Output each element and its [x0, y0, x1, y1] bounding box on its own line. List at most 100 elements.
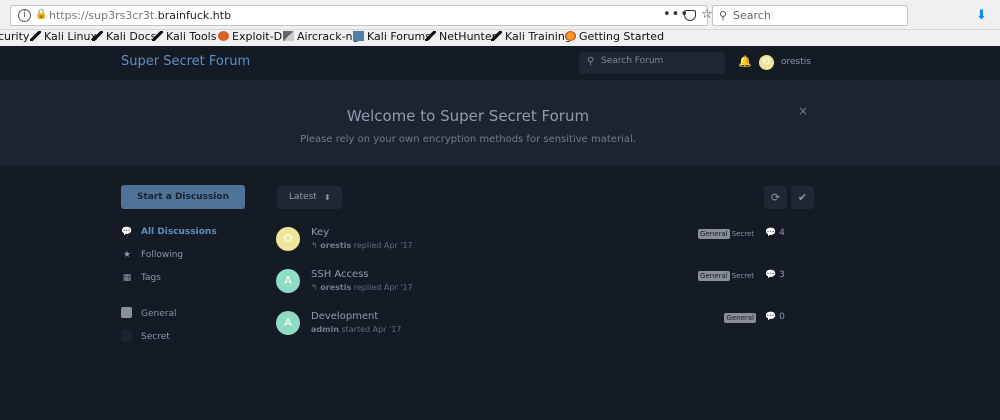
bookmark-label: Exploit-DB	[232, 30, 290, 43]
sort-select[interactable]: Latest ⬍	[277, 186, 342, 209]
bell-icon[interactable]: 🔔	[738, 55, 752, 68]
bookmarks-bar: curity Kali Linux Kali Docs Kali Tools E…	[0, 30, 1000, 46]
kali-icon	[92, 31, 103, 41]
discussion-user[interactable]: orestis	[320, 241, 351, 250]
refresh-icon: ⟳	[770, 191, 781, 204]
discussion-tags: General	[724, 313, 756, 323]
bookmark-label: Aircrack-ng	[297, 30, 360, 43]
discussion-meta: ↰ orestis replied Apr '17	[311, 283, 413, 292]
star-icon: ★	[122, 250, 132, 260]
reply-count-value: 4	[779, 228, 785, 238]
discussion-user[interactable]: orestis	[320, 283, 351, 292]
discussion-title[interactable]: SSH Access	[311, 269, 369, 280]
tag-badge-general[interactable]: General	[698, 229, 730, 239]
url-text[interactable]: https://sup3rs3cr3t.brainfuck.htb	[49, 9, 231, 22]
hero-title: Welcome to Super Secret Forum	[346, 107, 590, 125]
reply-count: 💬 3	[765, 270, 785, 280]
kali-icon	[152, 31, 163, 41]
kali-icon	[30, 31, 41, 41]
bookmark-getting-started[interactable]: Getting Started	[565, 30, 664, 44]
search-icon: ⚲	[719, 9, 728, 22]
start-discussion-button[interactable]: Start a Discussion	[121, 185, 245, 209]
tag-label: Secret	[141, 332, 170, 342]
info-icon[interactable]: i	[18, 9, 31, 22]
bookmark-exploit-db[interactable]: Exploit-DB	[218, 30, 290, 44]
discussion-title[interactable]: Development	[311, 311, 378, 322]
browser-search-input[interactable]: ⚲ Search	[712, 5, 908, 26]
avatar[interactable]: A	[276, 311, 300, 335]
tag-badge-general[interactable]: General	[724, 313, 756, 323]
forum-title[interactable]: Super Secret Forum	[121, 54, 250, 69]
bookmark-kali-forums[interactable]: Kali Forums	[353, 30, 431, 44]
bookmark-security[interactable]: curity	[0, 30, 29, 44]
bookmark-label: Kali Docs	[106, 30, 157, 43]
discussion-time: replied Apr '17	[353, 241, 413, 250]
bookmark-kali-tools[interactable]: Kali Tools	[152, 30, 216, 44]
bookmark-kali-training[interactable]: Kali Training	[491, 30, 572, 44]
caret-icon: ⬍	[324, 193, 331, 202]
tag-badge-secret[interactable]: Secret	[730, 229, 756, 239]
bookmark-nethunter[interactable]: NetHunter	[425, 30, 496, 44]
discussion-item[interactable]: A SSH Access ↰ orestis replied Apr '17 G…	[276, 269, 816, 305]
tag-label: General	[141, 309, 177, 319]
url-bar[interactable]: i 🔒 https://sup3rs3cr3t.brainfuck.htb ••…	[10, 5, 713, 26]
reply-count-value: 3	[779, 270, 785, 280]
discussion-item[interactable]: O Key ↰ orestis replied Apr '17 General S…	[276, 227, 816, 263]
aircrack-icon	[283, 31, 294, 41]
lock-icon[interactable]: 🔒	[35, 9, 47, 20]
kali-forums-icon	[353, 31, 364, 41]
hero-subtitle: Please rely on your own encryption metho…	[300, 134, 636, 145]
bookmark-kali-linux[interactable]: Kali Linux	[30, 30, 97, 44]
tag-color-swatch	[121, 330, 132, 341]
avatar[interactable]: O	[276, 227, 300, 251]
url-host: brainfuck.htb	[157, 9, 232, 22]
welcome-hero: Welcome to Super Secret Forum Please rel…	[0, 80, 1000, 166]
forum-search-input[interactable]: ⚲ Search Forum	[579, 52, 725, 74]
refresh-button[interactable]: ⟳	[764, 186, 787, 209]
firefox-icon	[565, 31, 576, 41]
tag-general[interactable]: General	[121, 307, 176, 319]
comment-icon: 💬	[765, 228, 777, 238]
avatar[interactable]: A	[276, 269, 300, 293]
exploit-db-icon	[218, 31, 229, 41]
grid-icon: ▦	[122, 273, 132, 283]
nav-tags[interactable]: ▦ Tags	[121, 273, 161, 283]
check-icon: ✔	[797, 191, 808, 204]
reply-count: 💬 0	[765, 312, 785, 322]
tag-secret[interactable]: Secret	[121, 330, 170, 342]
mark-all-read-button[interactable]: ✔	[791, 186, 814, 209]
nav-label: All Discussions	[141, 227, 217, 237]
browser-toolbar: i 🔒 https://sup3rs3cr3t.brainfuck.htb ••…	[0, 0, 1000, 30]
kali-icon	[491, 31, 502, 41]
reply-count-value: 0	[779, 312, 785, 322]
discussion-item[interactable]: A Development admin started Apr '17 Gene…	[276, 311, 816, 347]
user-menu[interactable]: orestis	[781, 57, 811, 67]
url-prefix: https://sup3rs3cr3t.	[49, 9, 158, 22]
nav-all-discussions[interactable]: 💬 All Discussions	[121, 227, 217, 237]
bookmark-kali-docs[interactable]: Kali Docs	[92, 30, 156, 44]
chat-bubble-icon: 💬	[121, 227, 133, 237]
tag-badge-secret[interactable]: Secret	[730, 271, 756, 281]
nav-label: Following	[141, 250, 184, 260]
bookmark-label: Kali Linux	[44, 30, 98, 43]
bookmark-label: Getting Started	[579, 30, 665, 43]
nethunter-icon	[425, 31, 436, 41]
avatar[interactable]: O	[759, 55, 774, 70]
download-icon[interactable]: ⬇	[976, 8, 987, 23]
discussion-tags: General Secret	[698, 229, 756, 239]
sort-label: Latest	[289, 192, 317, 202]
bookmark-star-icon[interactable]: ☆	[701, 7, 713, 22]
tag-badge-general[interactable]: General	[698, 271, 730, 281]
pocket-icon[interactable]	[684, 10, 696, 21]
search-icon: ⚲	[587, 56, 595, 67]
discussion-tags: General Secret	[698, 271, 756, 281]
bookmark-label: Kali Forums	[367, 30, 431, 43]
close-icon[interactable]: ×	[798, 104, 808, 118]
nav-following[interactable]: ★ Following	[121, 250, 183, 260]
discussion-user[interactable]: admin	[311, 325, 339, 334]
bookmark-aircrack[interactable]: Aircrack-ng	[283, 30, 360, 44]
discussion-time: replied Apr '17	[353, 283, 413, 292]
bookmark-label: Kali Training	[505, 30, 572, 43]
discussion-title[interactable]: Key	[311, 227, 329, 238]
nav-label: Tags	[141, 273, 161, 283]
